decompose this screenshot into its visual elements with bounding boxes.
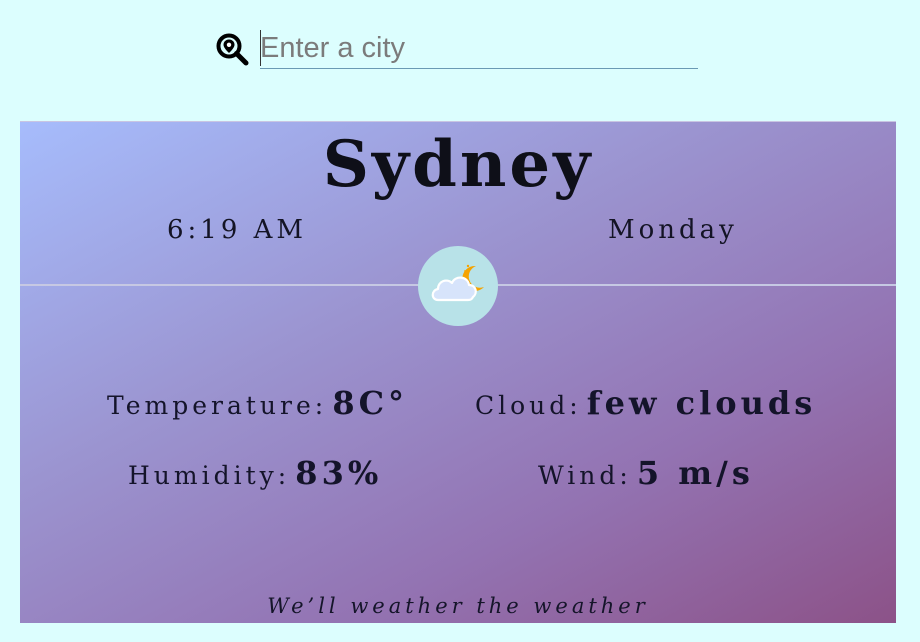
cloud-value: few clouds [586,384,817,422]
wind-label: Wind: [538,461,632,490]
wind-stat: Wind: 5 m/s [538,454,754,492]
temperature-value: 8C° [332,384,409,422]
search-location-icon[interactable] [214,32,250,68]
wind-value: 5 m/s [636,454,754,492]
humidity-stat: Humidity: 83% [128,454,382,492]
cloud-label: Cloud: [475,391,582,420]
text-cursor [260,30,261,66]
local-time: 6:19 AM [167,215,308,245]
humidity-value: 83% [295,454,383,492]
search-input[interactable] [260,28,698,69]
temperature-label: Temperature: [107,391,328,420]
humidity-label: Humidity: [128,461,291,490]
weather-card: Sydney 6:19 AM Monday Temperature: 8C° C… [20,121,896,623]
tagline: We’ll weather the weather [267,594,649,618]
cloud-stat: Cloud: few clouds [475,384,816,422]
search-bar [214,28,700,70]
weather-condition-badge [418,246,498,326]
temperature-stat: Temperature: 8C° [107,384,408,422]
city-name: Sydney [322,127,594,202]
day-of-week: Monday [608,215,738,245]
